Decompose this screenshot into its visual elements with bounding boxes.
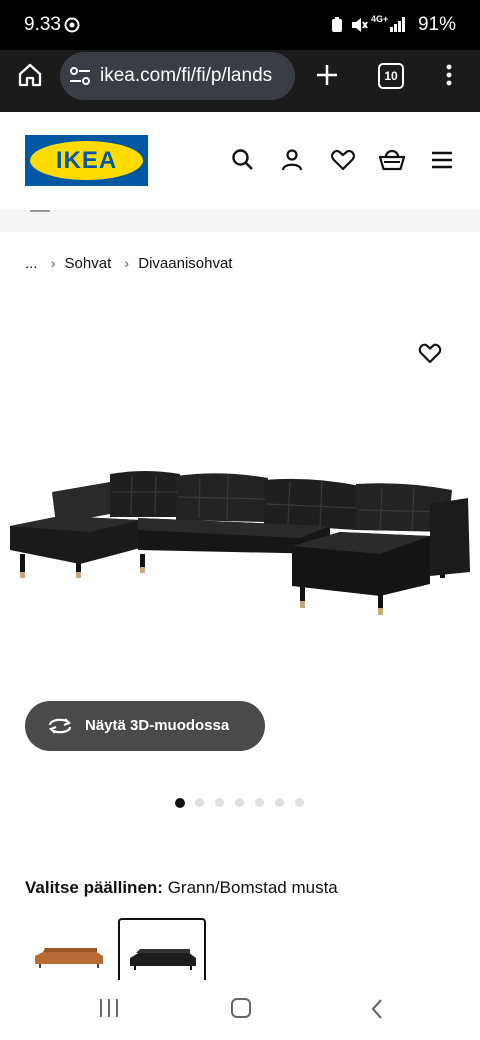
sofa-thumbnail-brown [35,948,103,968]
site-settings-icon[interactable] [68,64,92,88]
breadcrumb-item-sohvat[interactable]: Sohvat [65,255,112,272]
new-tab-icon[interactable] [316,64,338,86]
chevron-right-icon: › [124,255,130,272]
cover-selection-value: Grann/Bomstad musta [167,878,338,897]
home-icon[interactable] [17,62,43,88]
pagination-dot[interactable] [295,798,304,807]
back-icon[interactable] [370,998,384,1020]
pagination-dot[interactable] [255,798,264,807]
account-icon[interactable] [280,148,304,172]
status-bar: 9.33 4G+ 91% [0,0,480,50]
whatsapp-notification-icon [64,17,80,33]
signal-icon [390,17,405,32]
status-time: 9.33 [24,14,61,35]
mute-icon [352,18,368,32]
breadcrumb: ... › Sohvat › Divaanisohvat [25,254,232,272]
battery-saver-icon [332,17,342,32]
cover-selection-label: Valitse päällinen: Grann/Bomstad musta [25,878,338,897]
breadcrumb-ellipsis[interactable]: ... [25,255,38,272]
address-bar[interactable]: ikea.com/fi/fi/p/lands [60,52,295,100]
ikea-logo[interactable]: IKEA [25,135,148,186]
site-header: IKEA [0,112,480,210]
sofa-thumbnail-black [130,949,196,970]
cover-swatch-golden-brown[interactable] [25,918,111,982]
battery-percent: 91% [417,14,456,35]
overflow-menu-icon[interactable] [444,63,454,87]
browser-toolbar: ikea.com/fi/fi/p/lands 10 [0,50,480,112]
hamburger-menu-icon[interactable] [431,150,453,170]
pagination-dot[interactable] [215,798,224,807]
pagination-dot[interactable] [235,798,244,807]
home-button-icon[interactable] [230,997,252,1019]
pagination-dot[interactable] [175,797,185,808]
search-icon[interactable] [231,148,255,172]
network-type: 4G+ [371,14,389,24]
shopping-basket-icon[interactable] [379,148,405,172]
header-divider [0,210,480,232]
view-in-3d-button[interactable]: Näytä 3D-muodossa [25,701,265,751]
url-text: ikea.com/fi/fi/p/lands [100,65,273,86]
breadcrumb-item-divaanisohvat[interactable]: Divaanisohvat [138,255,232,272]
favourites-icon[interactable] [330,148,356,172]
recent-apps-icon[interactable] [98,998,120,1018]
pagination-dot[interactable] [195,798,204,807]
view-in-3d-label: Näytä 3D-muodossa [85,717,230,734]
system-navigation-bar [0,980,480,1040]
pagination-dot[interactable] [275,798,284,807]
chevron-right-icon: › [50,255,56,272]
tab-switcher-button[interactable]: 10 [378,63,404,89]
rotate-3d-icon [48,718,72,734]
add-to-favourites-icon[interactable] [418,342,442,364]
cover-swatch-black[interactable] [118,918,206,984]
